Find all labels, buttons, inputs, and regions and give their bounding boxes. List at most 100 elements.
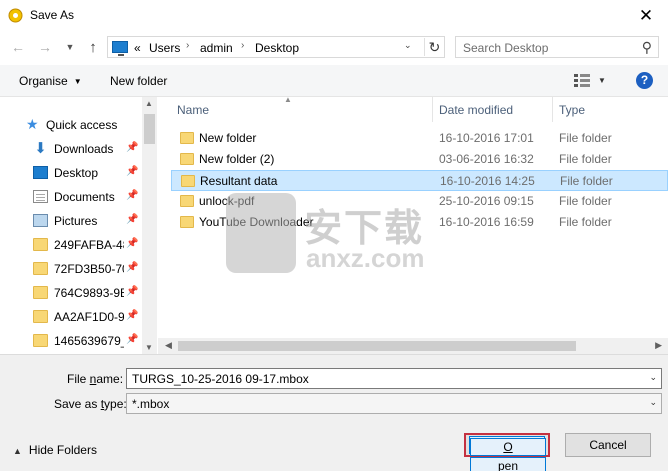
pin-icon[interactable]: 📌: [126, 166, 138, 177]
pin-icon[interactable]: 📌: [126, 286, 138, 297]
chevron-down-icon[interactable]: ⌄: [649, 372, 657, 383]
folder-icon: [180, 195, 194, 207]
command-bar: Organise ▼ New folder ▼ ?: [0, 65, 668, 97]
close-icon: ✕: [638, 6, 654, 25]
breadcrumb-users[interactable]: Users: [149, 41, 180, 55]
file-name-input[interactable]: TURGS_10-25-2016 09-17.mbox ⌄: [126, 368, 662, 389]
pin-icon[interactable]: 📌: [126, 238, 138, 249]
breadcrumb-overflow[interactable]: «: [134, 41, 141, 55]
breadcrumb-desktop[interactable]: Desktop: [255, 41, 299, 55]
file-name: New folder (2): [199, 152, 275, 166]
file-date: 16-10-2016 14:25: [440, 174, 535, 188]
sidebar-item-folder[interactable]: 1465639679_0 📌: [0, 330, 142, 352]
navigation-pane-scrollbar[interactable]: ▲ ▼: [142, 97, 157, 354]
change-view-icon[interactable]: [574, 74, 590, 87]
star-icon: ★: [26, 116, 39, 132]
watermark-latin-text: anxz.com: [306, 243, 425, 273]
sort-ascending-icon: ▲: [284, 97, 292, 104]
file-name-value[interactable]: TURGS_10-25-2016 09-17.mbox: [132, 372, 309, 386]
file-row[interactable]: New folder 16-10-2016 17:01 File folder: [171, 128, 668, 149]
sidebar-item-pictures[interactable]: Pictures 📌: [0, 210, 142, 232]
save-as-type-select[interactable]: *.mbox ⌄: [126, 393, 662, 414]
sidebar-item-folder[interactable]: AA2AF1D0-9I 📌: [0, 306, 142, 328]
scrollbar-thumb[interactable]: [144, 114, 155, 144]
chevron-right-icon[interactable]: ›: [186, 40, 189, 51]
breadcrumb-admin[interactable]: admin: [200, 41, 233, 55]
file-row[interactable]: New folder (2) 03-06-2016 16:32 File fol…: [171, 149, 668, 170]
sidebar-item-folder[interactable]: 249FAFBA-48 📌: [0, 234, 142, 256]
sidebar-item-label: 1465639679_0: [54, 334, 124, 348]
column-header-type[interactable]: Type: [553, 97, 668, 122]
pictures-icon: [33, 214, 48, 227]
open-button[interactable]: Open: [464, 433, 550, 471]
sidebar-item-label: AA2AF1D0-9I: [54, 310, 124, 324]
address-dropdown-icon[interactable]: ⌄: [404, 40, 412, 51]
recent-locations-button[interactable]: ▼: [62, 39, 78, 55]
view-options-dropdown-icon[interactable]: ▼: [598, 76, 606, 85]
file-type: File folder: [559, 194, 612, 208]
refresh-icon[interactable]: ↻: [424, 38, 444, 56]
search-box[interactable]: Search Desktop ⚲: [455, 36, 659, 58]
scroll-down-icon[interactable]: ▼: [145, 343, 153, 352]
back-button[interactable]: ←: [10, 39, 26, 55]
cancel-button[interactable]: Cancel: [565, 433, 651, 457]
file-date: 25-10-2016 09:15: [439, 194, 534, 208]
computer-icon: [112, 41, 128, 56]
help-icon[interactable]: ?: [636, 72, 653, 89]
pin-icon[interactable]: 📌: [126, 262, 138, 273]
pin-icon[interactable]: 📌: [126, 214, 138, 225]
chevron-down-icon[interactable]: ⌄: [649, 397, 657, 408]
scroll-up-icon[interactable]: ▲: [145, 99, 153, 108]
forward-button[interactable]: →: [37, 39, 53, 55]
save-as-type-label: Save as type:: [54, 397, 127, 411]
save-as-type-value: *.mbox: [132, 397, 170, 411]
sidebar-item-label: Downloads: [54, 142, 114, 156]
file-list-horizontal-scrollbar[interactable]: ◀ ▶: [158, 338, 668, 354]
new-folder-button[interactable]: New folder: [110, 74, 167, 88]
sidebar-item-quick-access[interactable]: ★ Quick access: [0, 114, 142, 136]
up-button[interactable]: ↑: [85, 39, 101, 56]
sidebar-item-documents[interactable]: Documents 📌: [0, 186, 142, 208]
open-button-label: Open: [469, 436, 546, 471]
scrollbar-thumb[interactable]: [178, 341, 576, 351]
pin-icon[interactable]: 📌: [126, 334, 138, 345]
sidebar-item-label: Pictures: [54, 214, 98, 228]
chevron-up-icon: ▲: [13, 446, 22, 456]
column-header-name[interactable]: ▲ Name: [171, 97, 433, 122]
file-name-label: File name:: [67, 372, 124, 386]
sidebar-item-downloads[interactable]: ⬇ Downloads 📌: [0, 138, 142, 160]
folder-icon: [180, 153, 194, 165]
chevron-down-icon: ▼: [73, 77, 82, 86]
file-row-selected[interactable]: Resultant data 16-10-2016 14:25 File fol…: [171, 170, 668, 191]
column-header-date[interactable]: Date modified: [433, 97, 553, 122]
title-bar: Save As ✕: [0, 0, 668, 31]
sidebar-item-label: 249FAFBA-48: [54, 238, 124, 252]
pin-icon[interactable]: 📌: [126, 190, 138, 201]
file-name: Resultant data: [200, 174, 278, 188]
download-icon: ⬇: [34, 140, 47, 157]
file-date: 03-06-2016 16:32: [439, 152, 534, 166]
folder-icon: [33, 334, 48, 347]
search-icon[interactable]: ⚲: [642, 39, 652, 56]
close-button[interactable]: ✕: [634, 4, 658, 28]
scroll-left-icon[interactable]: ◀: [165, 340, 172, 351]
folder-icon: [33, 238, 48, 251]
address-bar[interactable]: « Users › admin › Desktop ⌄ ↻: [107, 36, 445, 58]
folder-icon: [33, 262, 48, 275]
organise-menu-button[interactable]: Organise ▼: [19, 74, 82, 88]
folder-icon: [33, 310, 48, 323]
folder-icon: [33, 286, 48, 299]
chevron-right-icon[interactable]: ›: [241, 40, 244, 51]
sidebar-item-folder[interactable]: 72FD3B50-70, 📌: [0, 258, 142, 280]
folder-icon: [181, 175, 195, 187]
search-input[interactable]: Search Desktop: [463, 41, 548, 55]
sidebar-item-folder[interactable]: 764C9893-9BI 📌: [0, 282, 142, 304]
pin-icon[interactable]: 📌: [126, 142, 138, 153]
scroll-right-icon[interactable]: ▶: [655, 340, 662, 351]
pin-icon[interactable]: 📌: [126, 310, 138, 321]
hide-folders-button[interactable]: ▲ Hide Folders: [13, 443, 97, 457]
sidebar-item-label: 764C9893-9BI: [54, 286, 124, 300]
sidebar-item-desktop[interactable]: Desktop 📌: [0, 162, 142, 184]
documents-icon: [33, 190, 48, 203]
sidebar-item-label: Documents: [54, 190, 115, 204]
